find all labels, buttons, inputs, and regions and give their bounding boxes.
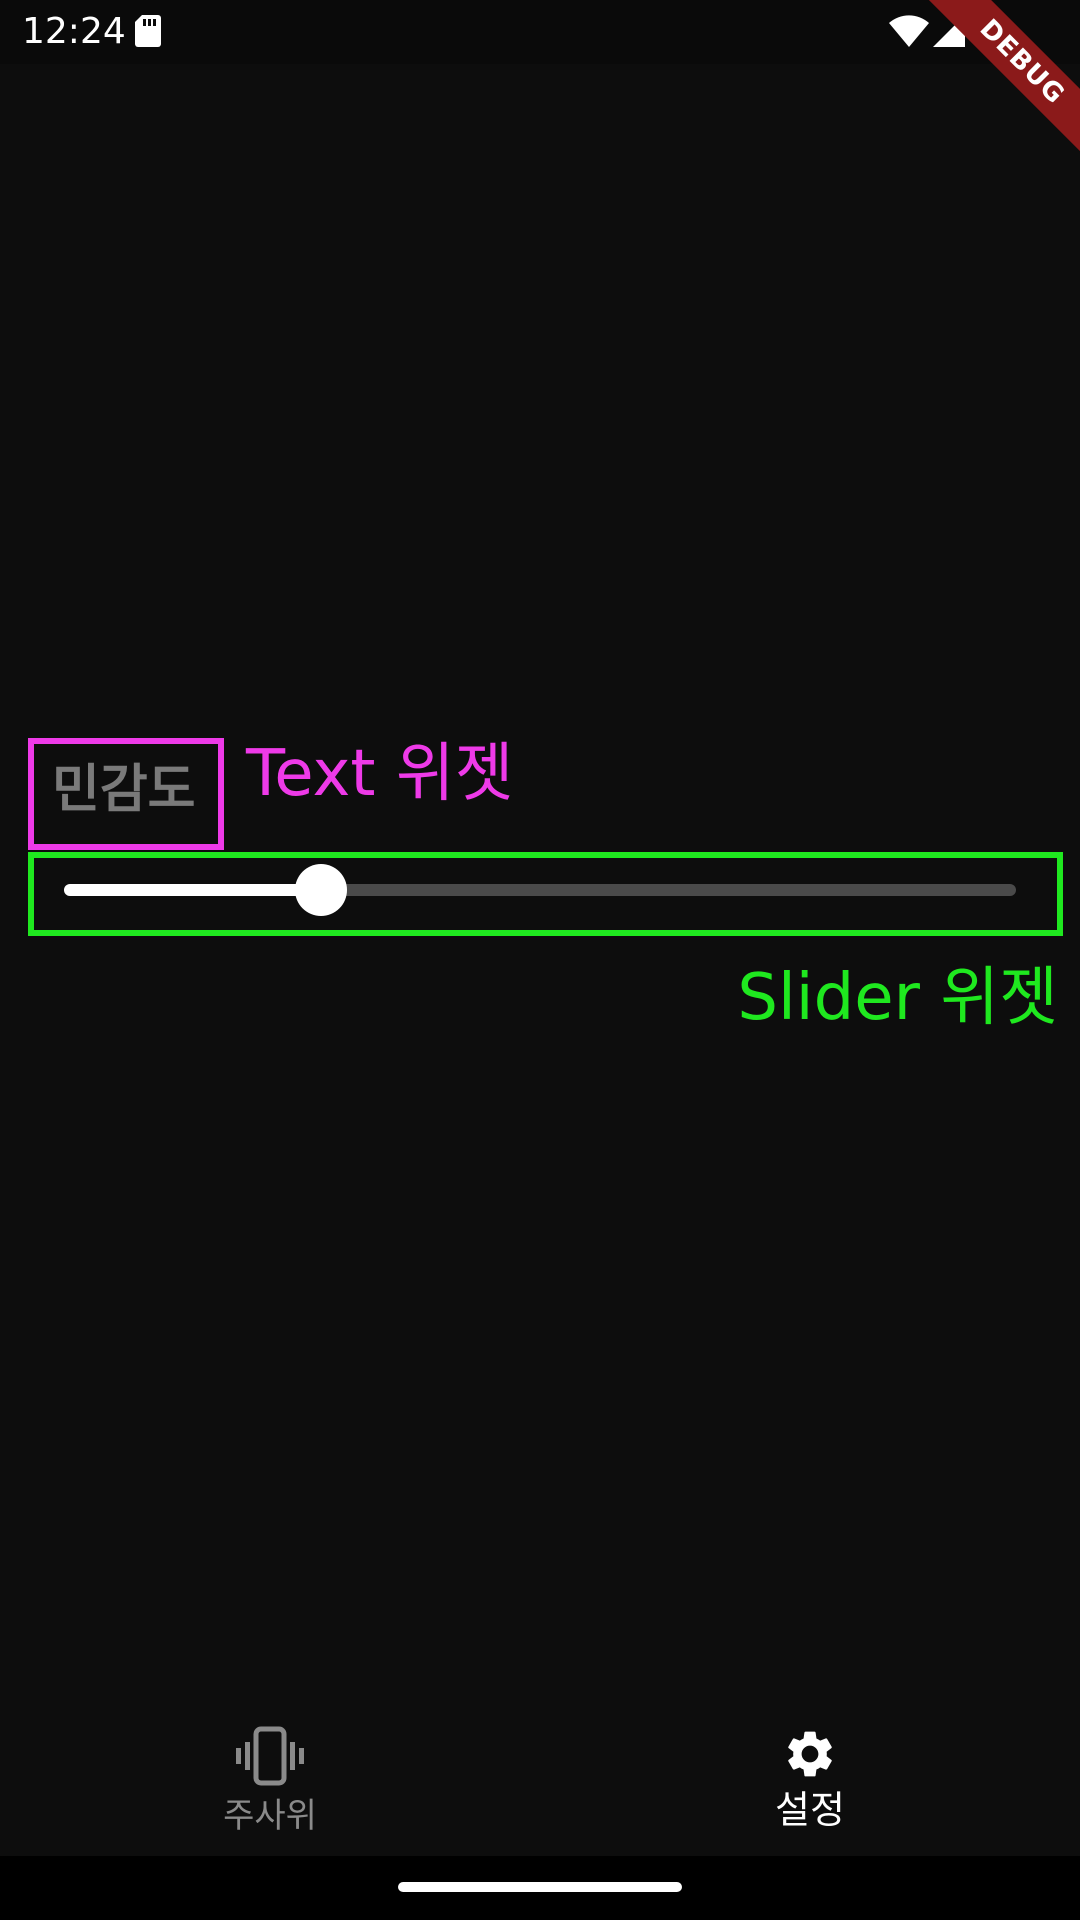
- bottom-navigation-bar: 주사위 설정: [0, 1700, 1080, 1856]
- nav-item-settings[interactable]: 설정: [540, 1700, 1080, 1856]
- phone-vibrate-icon: [236, 1726, 304, 1786]
- sensitivity-label: 민감도: [52, 760, 196, 820]
- status-bar: 12:24: [0, 0, 1080, 64]
- debug-ribbon-label: DEBUG: [921, 0, 1080, 160]
- status-time: 12:24: [22, 11, 126, 52]
- sensitivity-slider-active-track: [64, 884, 322, 896]
- sensitivity-slider-thumb[interactable]: [295, 864, 348, 916]
- nav-label-dice: 주사위: [223, 1796, 317, 1836]
- sd-card-icon: [135, 15, 161, 47]
- text-widget-annotation: Text 위젯: [246, 737, 514, 811]
- system-gesture-area: [0, 1856, 1080, 1920]
- nav-item-dice[interactable]: 주사위: [0, 1700, 540, 1856]
- app-screen: 12:24 DEBUG 민감도 Text 위젯 Slider 위젯 주사위 설정: [0, 0, 1080, 1920]
- gesture-home-handle[interactable]: [398, 1882, 682, 1892]
- debug-banner: DEBUG: [920, 0, 1080, 160]
- gear-icon: [788, 1731, 832, 1777]
- nav-label-settings: 설정: [775, 1788, 845, 1832]
- slider-widget-annotation: Slider 위젯: [737, 961, 1058, 1035]
